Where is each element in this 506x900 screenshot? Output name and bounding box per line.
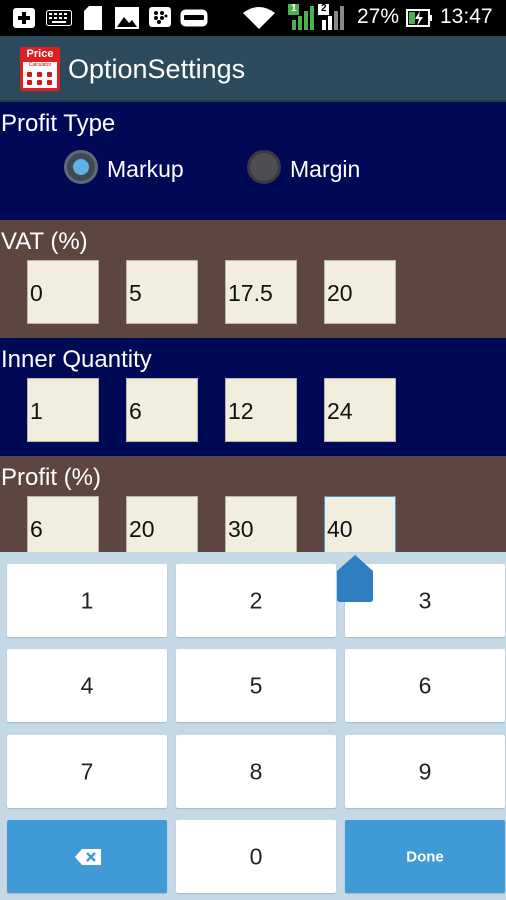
key-8[interactable]: 8 [176,735,336,808]
done-key-label: Done [406,848,444,865]
key-6[interactable]: 6 [345,649,505,722]
key-7[interactable]: 7 [7,735,167,808]
price-calculator-app-icon: Price Calculator [20,47,60,91]
key-8-label: 8 [249,758,263,784]
vat-field-4[interactable]: 20 [324,260,396,324]
profit-field-3[interactable]: 30 [225,496,297,552]
key-4-label: 4 [80,672,94,698]
status-bar: 1 2 27% 13:47 [0,0,506,36]
inner-quantity-section: Inner Quantity 1 6 12 24 [0,338,506,456]
key-4[interactable]: 4 [7,649,167,722]
key-9-label: 9 [418,758,432,784]
bbm-icon [149,7,171,27]
margin-radio-label[interactable]: Margin [290,156,360,183]
vat-field-2[interactable]: 5 [126,260,198,324]
wifi-icon [243,7,275,29]
backspace-key[interactable] [7,820,167,893]
profit-label: Profit (%) [1,464,102,491]
clock: 13:47 [440,5,493,28]
profit-section: Profit (%) 6 20 30 40 [0,456,506,552]
controller-icon [180,9,208,27]
profit-type-label: Profit Type [1,110,116,137]
backspace-icon [75,849,101,865]
key-0-label: 0 [249,843,263,869]
numeric-keyboard: 1 2 3 4 5 6 7 8 9 0 Done [0,552,506,900]
inner-quantity-field-3[interactable]: 12 [225,378,297,442]
key-6-label: 6 [418,672,432,698]
markup-radio-button[interactable] [64,150,98,184]
key-1-label: 1 [80,587,94,613]
vat-label: VAT (%) [1,228,88,255]
keyboard-icon [46,10,72,26]
inner-quantity-field-4[interactable]: 24 [324,378,396,442]
app-icon-label: Price [26,48,54,60]
profit-field-1[interactable]: 6 [27,496,99,552]
margin-radio-button[interactable] [247,150,281,184]
battery-charging-icon [406,9,432,27]
text-cursor-handle[interactable] [337,555,373,603]
vat-section: VAT (%) 0 5 17.5 20 [0,220,506,338]
action-bar: Price Calculator OptionSettings [0,36,506,102]
image-icon [115,7,139,29]
add-notification-icon [13,8,35,28]
key-2[interactable]: 2 [176,564,336,637]
key-1[interactable]: 1 [7,564,167,637]
markup-radio-label[interactable]: Markup [107,156,184,183]
inner-quantity-label: Inner Quantity [1,346,152,373]
key-5[interactable]: 5 [176,649,336,722]
page-title: OptionSettings [68,54,246,84]
inner-quantity-field-1[interactable]: 1 [27,378,99,442]
done-key[interactable]: Done [345,820,505,893]
sim2-number: 2 [321,3,327,14]
profit-field-4[interactable]: 40 [324,496,396,552]
key-5-label: 5 [249,672,263,698]
app-icon-sublabel: Calculator [28,62,52,68]
profit-type-section: Profit Type Markup Margin [0,102,506,220]
key-0[interactable]: 0 [176,820,336,893]
vat-field-3[interactable]: 17.5 [225,260,297,324]
key-9[interactable]: 9 [345,735,505,808]
key-7-label: 7 [80,758,94,784]
profit-field-2[interactable]: 20 [126,496,198,552]
key-2-label: 2 [249,587,263,613]
vat-field-1[interactable]: 0 [27,260,99,324]
sd-card-icon [84,6,102,30]
battery-percent: 27% [357,5,400,28]
sim1-number: 1 [291,3,297,14]
inner-quantity-field-2[interactable]: 6 [126,378,198,442]
